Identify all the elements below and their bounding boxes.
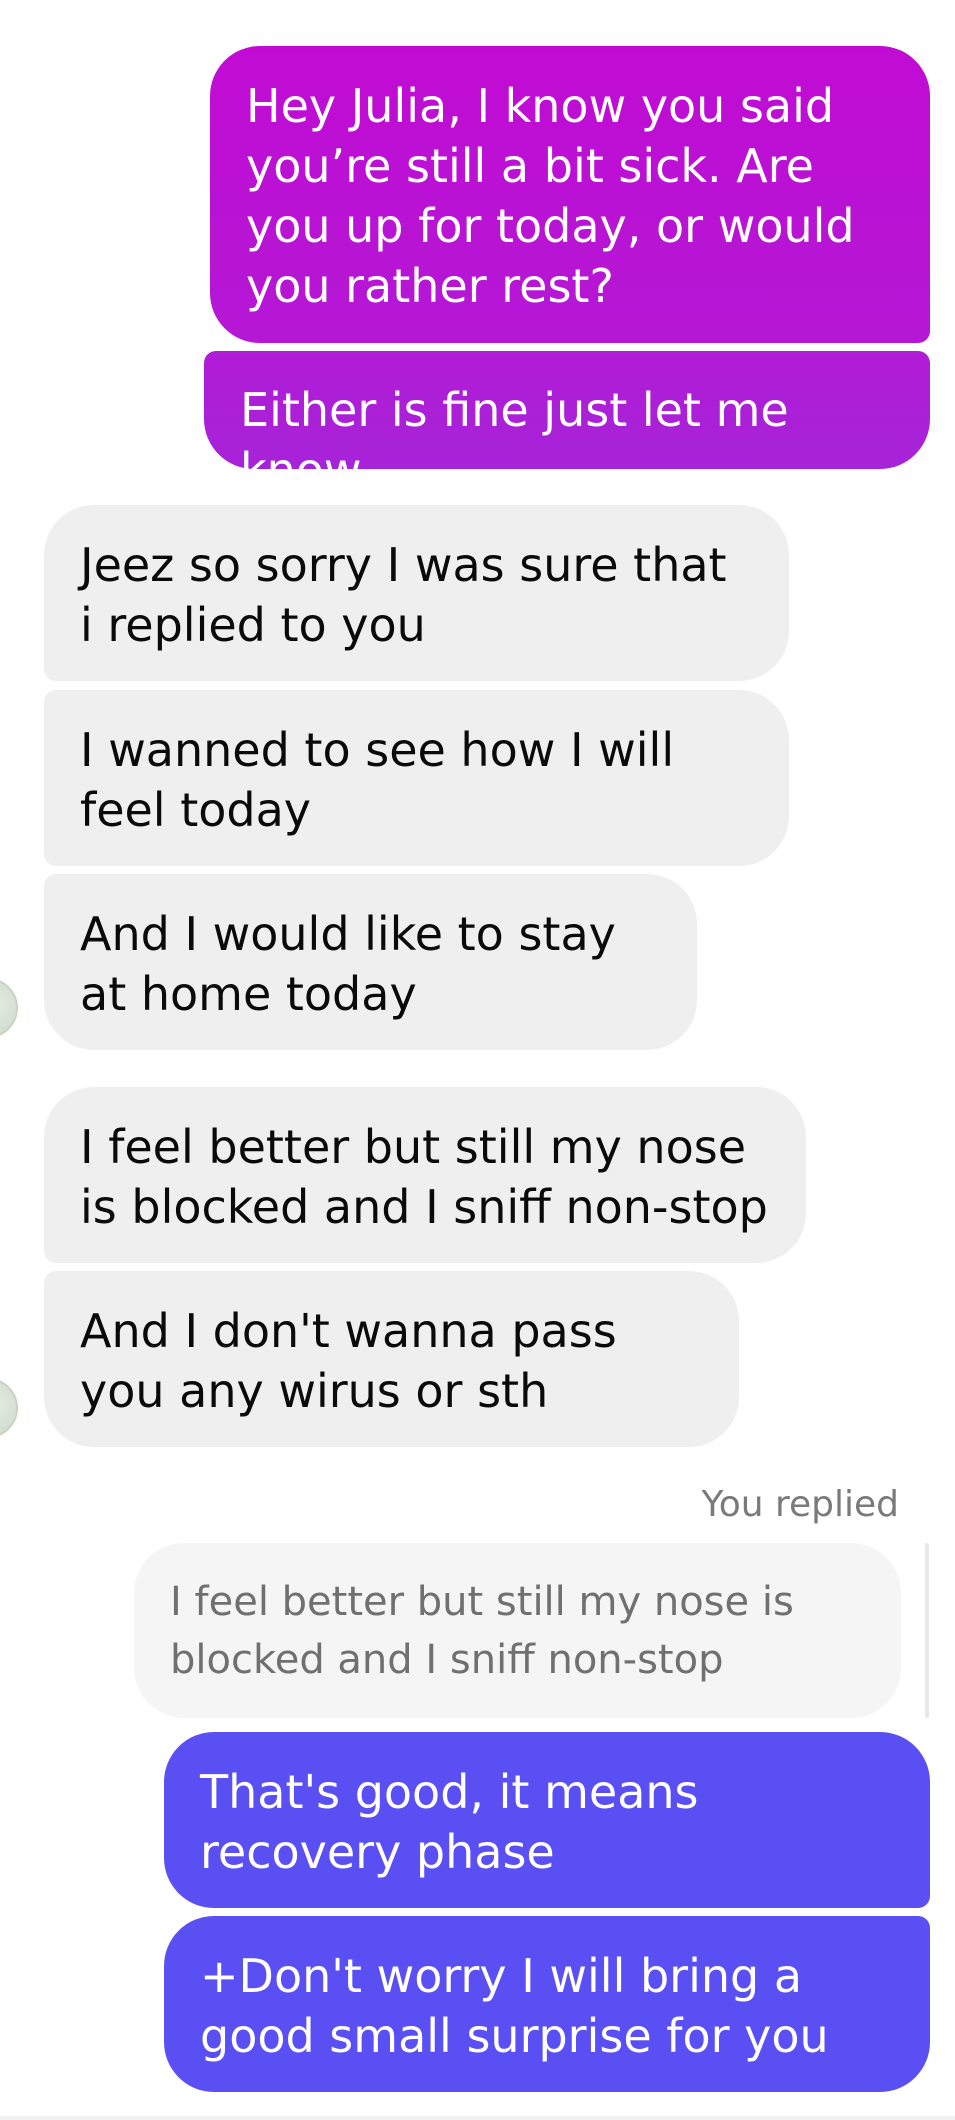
received-message-bubble[interactable]: And I don't wanna pass you any wirus or … (44, 1271, 739, 1447)
message-text: That's good, it means recovery phase (200, 1765, 699, 1879)
quoted-message-text: I feel better but still my nose is block… (170, 1579, 794, 1683)
message-text: Jeez so sorry I was sure that i replied … (80, 538, 727, 652)
received-message-bubble[interactable]: I wanned to see how I will feel today (44, 690, 789, 866)
quote-indicator-bar (925, 1543, 929, 1718)
message-text: And I don't wanna pass you any wirus or … (80, 1304, 617, 1418)
received-message-bubble[interactable]: I feel better but still my nose is block… (44, 1087, 806, 1263)
message-text: I feel better but still my nose is block… (80, 1120, 768, 1234)
avatar-icon[interactable] (0, 978, 18, 1038)
quoted-message-bubble[interactable]: I feel better but still my nose is block… (134, 1543, 901, 1718)
message-text: And I would like to stay at home today (80, 907, 616, 1021)
received-message-bubble[interactable]: Jeez so sorry I was sure that i replied … (44, 505, 789, 681)
sent-message-bubble[interactable]: Either is fine just let me know (204, 351, 930, 497)
sent-message-bubble[interactable]: That's good, it means recovery phase (164, 1732, 930, 1908)
received-message-bubble[interactable]: And I would like to stay at home today (44, 874, 697, 1050)
sent-message-bubble[interactable]: +Don't worry I will bring a good small s… (164, 1916, 930, 2092)
bottom-divider (0, 2116, 955, 2120)
reply-context-label: You replied (701, 1484, 899, 1525)
message-text: Either is fine just let me know (240, 383, 789, 497)
avatar-icon[interactable] (0, 1378, 18, 1438)
message-text: Hey Julia, I know you said you’re still … (246, 79, 855, 313)
message-text: +Don't worry I will bring a good small s… (200, 1949, 829, 2063)
sent-message-bubble[interactable]: Hey Julia, I know you said you’re still … (210, 46, 930, 343)
message-text: I wanned to see how I will feel today (80, 723, 675, 837)
